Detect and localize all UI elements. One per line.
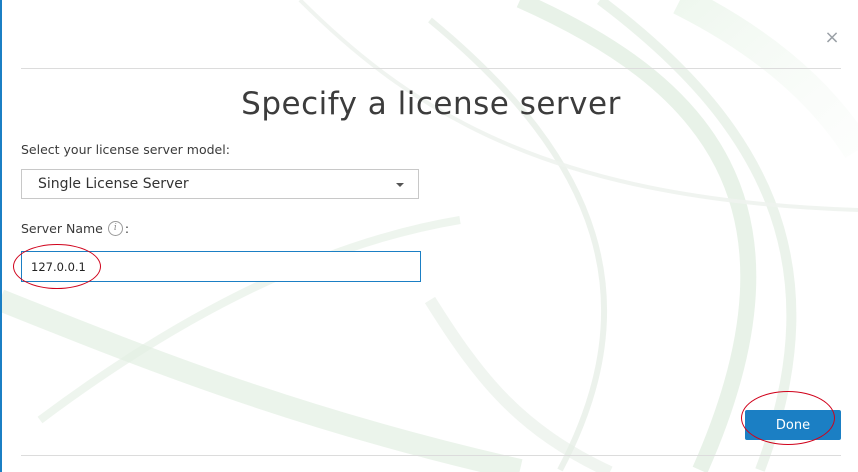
license-model-label: Select your license server model: (21, 142, 230, 157)
footer-divider (21, 455, 841, 456)
background-artwork (0, 0, 858, 472)
server-name-label-suffix: : (124, 221, 130, 236)
server-name-input[interactable] (21, 251, 421, 282)
license-model-select[interactable]: Single License Server (21, 169, 419, 199)
done-button[interactable]: Done (745, 410, 841, 440)
info-icon[interactable]: i (107, 221, 123, 236)
chevron-down-icon (396, 183, 404, 187)
license-model-selected-value: Single License Server (38, 176, 189, 192)
window-left-edge (0, 0, 2, 472)
page-title: Specify a license server (241, 86, 621, 122)
header-divider (21, 68, 841, 69)
close-icon[interactable]: × (822, 28, 842, 48)
server-name-label-row: Server Name i : (21, 221, 129, 236)
server-name-label: Server Name (21, 221, 103, 236)
